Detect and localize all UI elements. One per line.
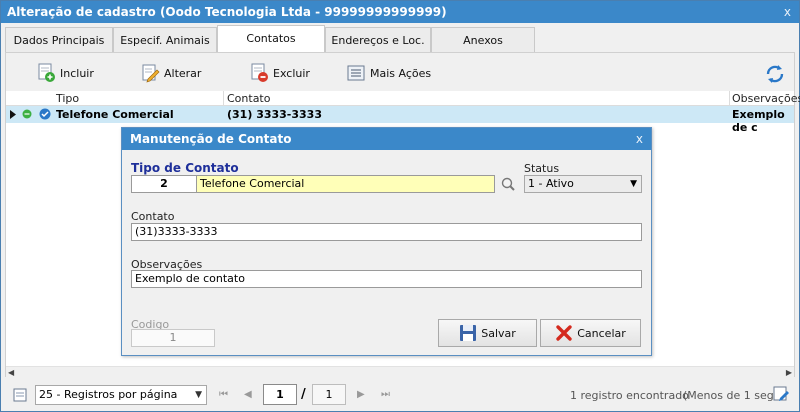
edit-label: Alterar: [164, 66, 202, 80]
contact-dialog: Manutenção de Contato x Tipo de Contato …: [121, 127, 652, 356]
contato-field[interactable]: (31)3333-3333: [131, 223, 642, 241]
cancel-label: Cancelar: [577, 326, 626, 340]
tab-especif-animais[interactable]: Especif. Animais: [113, 27, 217, 53]
cell-contato: (31) 3333-3333: [227, 108, 322, 121]
status-value: 1 - Ativo: [528, 177, 574, 190]
status-select[interactable]: 1 - Ativo ▼: [524, 175, 642, 193]
prev-page-icon[interactable]: ◀: [244, 389, 252, 400]
contato-label: Contato: [131, 210, 175, 223]
dialog-close-button[interactable]: x: [636, 128, 643, 150]
include-button[interactable]: Incluir: [36, 63, 94, 83]
delete-document-icon: [249, 63, 269, 83]
page-size-select[interactable]: 25 - Registros por página ▼: [35, 385, 207, 405]
next-page-icon[interactable]: ▶: [357, 389, 365, 400]
main-window: Alteração de cadastro (Oodo Tecnologia L…: [0, 0, 800, 412]
row-pointer-icon: [10, 110, 16, 119]
page-size-value: 25 - Registros por página: [39, 388, 178, 401]
cell-observacoes: Exemplo de c: [732, 108, 785, 134]
refresh-icon[interactable]: [764, 63, 786, 85]
cell-tipo: Telefone Comercial: [56, 108, 174, 121]
chevron-down-icon: ▼: [195, 390, 202, 400]
window-close-button[interactable]: x: [784, 1, 791, 23]
window-title: Alteração de cadastro (Oodo Tecnologia L…: [7, 5, 447, 19]
search-icon[interactable]: [500, 176, 516, 192]
horizontal-scrollbar[interactable]: ◀ ▶: [6, 366, 794, 377]
tipo-name-field[interactable]: Telefone Comercial: [196, 175, 495, 193]
delete-button[interactable]: Excluir: [249, 63, 310, 83]
more-actions-label: Mais Ações: [370, 66, 432, 80]
tipo-code-field[interactable]: 2: [131, 175, 197, 193]
current-page-input[interactable]: 1: [263, 384, 297, 405]
floppy-disk-icon: [460, 325, 477, 341]
settings-icon[interactable]: [773, 386, 789, 402]
scroll-left-icon[interactable]: ◀: [8, 368, 14, 377]
pager-footer: 25 - Registros por página ▼ ⏮ ◀ 1 / 1 ▶ …: [1, 379, 799, 411]
col-tipo[interactable]: Tipo: [56, 92, 79, 105]
dialog-titlebar: Manutenção de Contato x: [122, 128, 651, 150]
page-separator: /: [301, 387, 306, 402]
window-titlebar: Alteração de cadastro (Oodo Tecnologia L…: [1, 1, 799, 23]
tab-bar: Dados Principais Especif. Animais Contat…: [1, 23, 799, 54]
total-pages: 1: [312, 384, 346, 405]
add-document-icon: [36, 63, 56, 83]
export-icon[interactable]: [13, 387, 29, 403]
include-label: Incluir: [60, 66, 94, 80]
check-icon: [39, 108, 51, 120]
tab-enderecos[interactable]: Endereços e Loc.: [325, 27, 431, 53]
list-icon: [346, 63, 366, 83]
tipo-contato-label: Tipo de Contato: [131, 161, 239, 175]
delete-label: Excluir: [273, 66, 310, 80]
col-divider: [223, 91, 224, 106]
status-label: Status: [524, 162, 560, 175]
col-contato[interactable]: Contato: [227, 92, 270, 105]
query-time: (Menos de 1 seg): [683, 389, 778, 402]
edit-document-icon: [140, 63, 160, 83]
save-label: Salvar: [481, 326, 516, 340]
dialog-title: Manutenção de Contato: [130, 132, 292, 146]
col-observacoes[interactable]: Observações: [732, 92, 800, 105]
cancel-button[interactable]: Cancelar: [540, 319, 641, 347]
observacoes-field[interactable]: Exemplo de contato: [131, 270, 642, 288]
tab-anexos[interactable]: Anexos: [431, 27, 535, 53]
table-row[interactable]: Telefone Comercial (31) 3333-3333 Exempl…: [6, 106, 794, 134]
tab-contatos[interactable]: Contatos: [217, 25, 325, 54]
first-page-icon[interactable]: ⏮: [219, 389, 228, 400]
grid-header: Tipo Contato Observações: [6, 91, 800, 106]
scroll-right-icon[interactable]: ▶: [786, 368, 792, 377]
tab-dados-principais[interactable]: Dados Principais: [5, 27, 113, 53]
chevron-down-icon: ▼: [630, 179, 637, 189]
records-count: 1 registro encontrado: [570, 389, 689, 402]
save-button[interactable]: Salvar: [438, 319, 537, 347]
toolbar: Incluir Alterar Excluir Mais Ações: [6, 53, 794, 91]
col-divider: [729, 91, 730, 106]
codigo-field: 1: [131, 329, 215, 347]
last-page-icon[interactable]: ⏭: [381, 389, 390, 400]
edit-button[interactable]: Alterar: [140, 63, 201, 83]
active-status-icon: [22, 109, 32, 119]
close-icon: [556, 325, 572, 341]
more-actions-button[interactable]: Mais Ações: [346, 63, 431, 83]
